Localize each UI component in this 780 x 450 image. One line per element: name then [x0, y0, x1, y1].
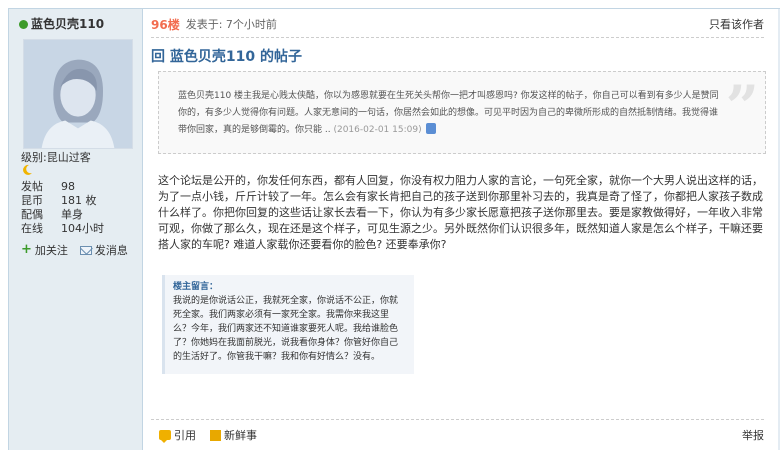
- post-actions: 引用 新鲜事 举报: [159, 427, 764, 443]
- stat-value: 98: [61, 180, 75, 193]
- level-label: 级别:: [21, 151, 47, 164]
- post-meta: 96楼 发表于: 7个小时前 只看该作者: [151, 15, 764, 33]
- level-value: 昆山过客: [46, 151, 91, 164]
- user-actions: + 加关注 发消息: [21, 242, 128, 258]
- stat-key: 昆币: [21, 194, 43, 207]
- quote-block: 蓝色贝壳110 楼主我是心贱太侠酷，你以为感恩就要在生死关头帮你一把才叫感恩吗?…: [158, 71, 766, 154]
- stat-value: 104小时: [61, 222, 104, 235]
- divider: [151, 419, 764, 420]
- stat-key: 在线: [21, 222, 43, 235]
- author-note: 楼主留言： 我说的是你说话公正，我就死全家，你说话不公正，你就死全家。我们两家必…: [162, 275, 414, 374]
- post-time: 发表于: 7个小时前: [185, 18, 277, 31]
- moon-icon: [23, 164, 32, 175]
- stat-spouse: 配偶 单身: [21, 208, 104, 222]
- stat-coins: 昆币 181 枚: [21, 194, 104, 208]
- stat-posts: 发帖 98: [21, 180, 104, 194]
- user-level: 级别:昆山过客: [21, 149, 91, 165]
- author-name[interactable]: 蓝色贝壳110: [19, 15, 104, 32]
- post-main: 96楼 发表于: 7个小时前 只看该作者 回 蓝色贝壳110 的帖子 蓝色贝壳1…: [144, 9, 780, 450]
- stat-key: 配偶: [21, 208, 43, 221]
- stat-value: 单身: [61, 208, 83, 221]
- message-button[interactable]: 发消息: [79, 242, 128, 258]
- post-title: 回 蓝色贝壳110 的帖子: [151, 49, 302, 65]
- divider: [151, 37, 764, 38]
- plus-icon: +: [21, 242, 32, 257]
- post-frame: 蓝色贝壳110 级别:昆山过客 发帖 98 昆币 181 枚 配偶 单身 在线 104小…: [8, 8, 780, 450]
- jump-to-quote-icon[interactable]: [426, 123, 437, 134]
- follow-button[interactable]: + 加关注: [21, 242, 68, 258]
- default-avatar-icon: [24, 40, 132, 148]
- only-author-link[interactable]: 只看该作者: [709, 16, 764, 32]
- note-text: 我说的是你说话公正，我就死全家，你说话不公正，你就死全家。我们两家必须有一家死全…: [173, 296, 399, 362]
- share-news-label[interactable]: 新鲜事: [224, 427, 257, 443]
- floor-number[interactable]: 96楼: [151, 16, 180, 33]
- post-body: 这个论坛是公开的，你发任何东西，都有人回复，你没有权力阻力人家的言论，一句死全家…: [158, 174, 763, 251]
- stat-value: 181 枚: [61, 194, 97, 207]
- quote-mark-icon: ”: [725, 73, 759, 141]
- follow-label[interactable]: 加关注: [35, 242, 68, 258]
- stat-key: 发帖: [21, 180, 43, 193]
- user-stats: 发帖 98 昆币 181 枚 配偶 单身 在线 104小时: [21, 180, 104, 236]
- news-icon: [210, 429, 221, 441]
- avatar[interactable]: [23, 39, 133, 149]
- reply-quote-button[interactable]: 引用: [159, 427, 196, 443]
- stat-online: 在线 104小时: [21, 222, 104, 236]
- mail-icon: [79, 245, 92, 255]
- author-name-text[interactable]: 蓝色贝壳110: [31, 17, 104, 31]
- message-label[interactable]: 发消息: [95, 242, 128, 258]
- quote-time: (2016-02-01 15:09): [333, 125, 422, 135]
- quote-icon: [159, 430, 171, 443]
- author-sidebar: 蓝色贝壳110 级别:昆山过客 发帖 98 昆币 181 枚 配偶 单身 在线 104小…: [9, 9, 143, 450]
- share-news-button[interactable]: 新鲜事: [210, 427, 257, 443]
- report-link[interactable]: 举报: [742, 427, 764, 443]
- quote-text: 蓝色贝壳110 楼主我是心贱太侠酷，你以为感恩就要在生死关头帮你一把才叫感恩吗?…: [178, 91, 719, 135]
- online-icon: [19, 20, 28, 29]
- note-title: 楼主留言：: [173, 282, 219, 292]
- reply-quote-label[interactable]: 引用: [174, 427, 196, 443]
